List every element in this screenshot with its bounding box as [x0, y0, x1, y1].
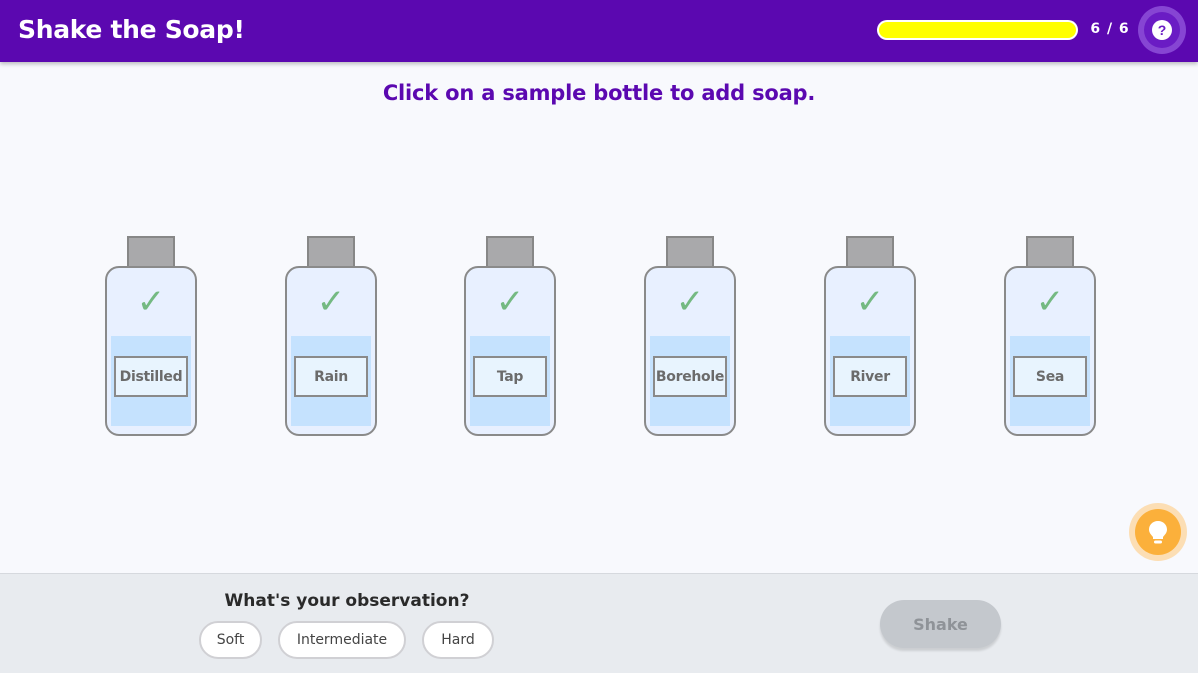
option-soft[interactable]: Soft [199, 621, 262, 659]
bottle-label: Rain [294, 356, 368, 397]
check-icon: ✓ [495, 282, 525, 322]
bottle-cap [127, 236, 175, 268]
bottle-cap [846, 236, 894, 268]
lightbulb-icon [1149, 521, 1167, 544]
option-intermediate[interactable]: Intermediate [278, 621, 406, 659]
hint-button[interactable] [1135, 509, 1181, 555]
check-icon: ✓ [316, 282, 346, 322]
check-icon: ✓ [1035, 282, 1065, 322]
bottle-body: ✓ River [824, 266, 916, 436]
observation-question: What's your observation? [224, 591, 470, 611]
shake-button[interactable]: Shake [880, 600, 1001, 648]
check-icon: ✓ [136, 282, 166, 322]
bottle-label: Tap [473, 356, 547, 397]
progress-bar [877, 20, 1078, 40]
bottle-body: ✓ Sea [1004, 266, 1096, 436]
check-icon: ✓ [855, 282, 885, 322]
progress-text: 6 / 6 [1090, 21, 1130, 37]
app-header: Shake the Soap! 6 / 6 ? [0, 0, 1198, 62]
option-hard[interactable]: Hard [422, 621, 494, 659]
bottle-body: ✓ Tap [464, 266, 556, 436]
observation-panel: What's your observation? Soft Intermedia… [0, 573, 1198, 673]
sample-bottle-tap[interactable]: ✓ Tap [464, 236, 556, 436]
app-title: Shake the Soap! [18, 15, 245, 44]
bottle-label: Distilled [114, 356, 188, 397]
bottle-label: Borehole [653, 356, 727, 397]
question-mark-icon: ? [1152, 20, 1172, 40]
help-button[interactable]: ? [1144, 12, 1180, 48]
sample-bottle-sea[interactable]: ✓ Sea [1004, 236, 1096, 436]
bottle-label: River [833, 356, 907, 397]
instruction-text: Click on a sample bottle to add soap. [382, 81, 816, 105]
bottle-body: ✓ Borehole [644, 266, 736, 436]
check-icon: ✓ [675, 282, 705, 322]
bottle-cap [486, 236, 534, 268]
sample-bottle-rain[interactable]: ✓ Rain [285, 236, 377, 436]
sample-bottle-borehole[interactable]: ✓ Borehole [644, 236, 736, 436]
sample-bottle-distilled[interactable]: ✓ Distilled [105, 236, 197, 436]
sample-bottle-river[interactable]: ✓ River [824, 236, 916, 436]
bottle-label: Sea [1013, 356, 1087, 397]
bottle-cap [666, 236, 714, 268]
bottle-body: ✓ Distilled [105, 266, 197, 436]
bottle-cap [307, 236, 355, 268]
bottle-body: ✓ Rain [285, 266, 377, 436]
bottle-cap [1026, 236, 1074, 268]
progress-bar-fill [879, 22, 1076, 38]
